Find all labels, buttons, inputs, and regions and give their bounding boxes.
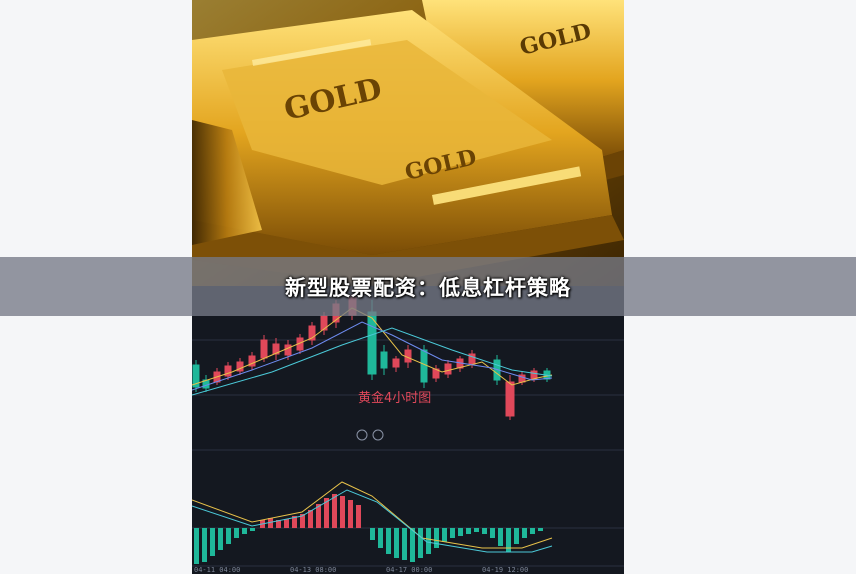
time-label: 04-17 00:00: [386, 566, 432, 574]
title-overlay: 新型股票配资：低息杠杆策略: [0, 257, 856, 316]
time-label: 04-19 12:00: [482, 566, 528, 574]
article-title[interactable]: 新型股票配资：低息杠杆策略: [285, 272, 571, 302]
page: GOLD GOLD GOLD 黄金4小时图 04-11 04:00 04-13 …: [0, 0, 856, 574]
chart-caption: 黄金4小时图: [358, 390, 431, 406]
time-label: 04-13 08:00: [290, 566, 336, 574]
time-label: 04-11 04:00: [194, 566, 240, 574]
